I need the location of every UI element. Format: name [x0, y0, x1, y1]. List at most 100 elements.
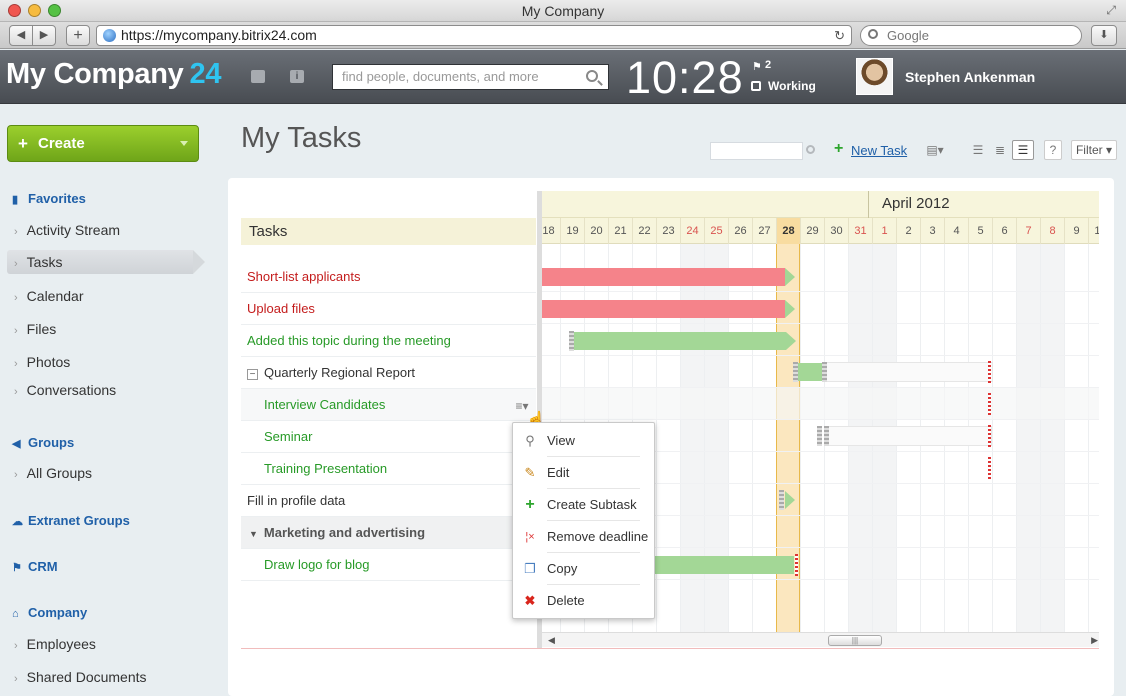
user-name[interactable]: Stephen Ankenman — [905, 69, 1035, 85]
menu-item-view[interactable]: ⚲ View — [513, 425, 656, 457]
sidebar-item-conversations[interactable]: Conversations — [14, 382, 117, 398]
forward-button[interactable]: ▶ — [32, 25, 56, 46]
task-title[interactable]: Fill in profile data — [247, 493, 345, 508]
sidebar-section-crm[interactable]: ⚑ CRM — [12, 559, 58, 574]
menu-item-remove-deadline[interactable]: ¦× Remove deadline — [513, 521, 656, 553]
sidebar-item-files[interactable]: Files — [14, 321, 57, 337]
clock[interactable]: 10:28 — [626, 52, 744, 104]
task-row[interactable]: Short-list applicants — [241, 261, 536, 293]
menu-item-create-subtask[interactable]: + Create Subtask — [513, 489, 656, 521]
task-title[interactable]: Seminar — [264, 429, 312, 444]
gantt-bar[interactable] — [798, 363, 822, 381]
new-tab-button[interactable]: + — [66, 25, 90, 46]
sidebar-section-favorites[interactable]: ▮ Favorites — [12, 191, 86, 206]
deadline-marker — [988, 361, 991, 383]
task-row[interactable]: Fill in profile data — [241, 485, 536, 517]
bar-drag-handle[interactable] — [824, 426, 829, 446]
sidebar-item-photos[interactable]: Photos — [14, 354, 71, 370]
task-row[interactable]: Draw logo for blog — [241, 549, 536, 581]
downloads-button[interactable]: ⬇ — [1091, 25, 1117, 46]
address-bar[interactable]: https://mycompany.bitrix24.com ↻ — [96, 25, 852, 46]
global-search-input[interactable]: find people, documents, and more — [332, 64, 609, 90]
sidebar-item-activity-stream[interactable]: Activity Stream — [14, 222, 120, 238]
gantt-settings-button[interactable]: ▤▾ — [922, 140, 948, 160]
task-title[interactable]: Training Presentation — [264, 461, 387, 476]
browser-toolbar: ◀ ▶ + https://mycompany.bitrix24.com ↻ G… — [0, 22, 1126, 49]
status-icon — [751, 81, 761, 91]
sidebar-item-calendar[interactable]: Calendar — [14, 288, 84, 304]
work-status[interactable]: Working — [768, 79, 816, 93]
sidebar-item-employees[interactable]: Employees — [14, 636, 96, 652]
gantt-day-label: 26 — [728, 218, 752, 244]
sidebar-section-groups[interactable]: ◀ Groups — [12, 435, 74, 450]
gantt-day-label: 8 — [1040, 218, 1064, 244]
fullscreen-icon[interactable]: ⤢ — [1106, 3, 1116, 18]
section-label: Extranet Groups — [28, 513, 130, 528]
task-row[interactable]: Added this topic during the meeting — [241, 325, 536, 357]
chevron-down-icon[interactable] — [180, 141, 188, 146]
task-row[interactable]: Seminar — [241, 421, 536, 453]
menu-item-edit[interactable]: ✎ Edit — [513, 457, 656, 489]
gantt-day-label: 18 — [542, 218, 560, 244]
new-task-link[interactable]: New Task — [851, 143, 907, 158]
reload-icon[interactable]: ↻ — [834, 26, 845, 45]
help-button[interactable]: ? — [1044, 140, 1062, 160]
globe-icon — [103, 29, 116, 42]
info-icon[interactable]: i — [290, 70, 304, 83]
task-row[interactable]: Interview Candidates — [241, 389, 536, 421]
view-detailed-button[interactable]: ≣ — [990, 140, 1010, 160]
menu-item-copy[interactable]: ❐ Copy — [513, 553, 656, 585]
chat-icon[interactable] — [251, 70, 265, 83]
sidebar-item-tasks[interactable]: Tasks — [7, 250, 205, 274]
download-icon: ⬇ — [1099, 29, 1109, 41]
gantt-day-label: 9 — [1064, 218, 1088, 244]
task-title[interactable]: Interview Candidates — [264, 397, 385, 412]
view-gantt-button[interactable]: ☰ — [1012, 140, 1034, 160]
task-row[interactable]: Upload files — [241, 293, 536, 325]
task-search-input[interactable] — [710, 142, 803, 160]
bar-arrow-icon — [785, 491, 795, 509]
avatar[interactable] — [856, 58, 893, 95]
company-logo[interactable]: My Company 24 — [6, 58, 221, 91]
scroll-right-icon[interactable]: ▶ — [1091, 633, 1098, 648]
task-group-row[interactable]: ▼ Marketing and advertising — [241, 517, 536, 549]
gantt-day-label: 6 — [992, 218, 1016, 244]
create-button[interactable]: + Create — [7, 125, 199, 162]
sidebar-section-extranet[interactable]: ☁ Extranet Groups — [12, 513, 130, 528]
filter-button[interactable]: Filter ▾ — [1071, 140, 1117, 160]
task-row[interactable]: Training Presentation — [241, 453, 536, 485]
task-title[interactable]: Added this topic during the meeting — [247, 333, 451, 348]
menu-item-label: Copy — [547, 561, 578, 576]
expand-triangle-icon[interactable]: ▼ — [249, 529, 258, 539]
scrollbar-thumb[interactable]: ||| — [828, 635, 882, 646]
task-title[interactable]: Draw logo for blog — [264, 557, 370, 572]
gantt-day-label: 1 — [872, 218, 896, 244]
menu-item-delete[interactable]: ✖ Delete — [513, 585, 656, 617]
collapse-toggle-icon[interactable]: − — [247, 369, 258, 380]
plus-icon[interactable]: + — [834, 140, 843, 158]
gantt-bar-overdue[interactable] — [542, 268, 785, 286]
search-icon[interactable] — [806, 145, 815, 154]
bar-drag-handle[interactable] — [817, 426, 822, 446]
view-list-button[interactable]: ☰ — [968, 140, 988, 160]
flag-icon[interactable]: ⚑ — [752, 60, 762, 73]
sidebar-item-all-groups[interactable]: All Groups — [14, 465, 92, 481]
sidebar-item-shared-documents[interactable]: Shared Documents — [14, 669, 147, 685]
url-text: https://mycompany.bitrix24.com — [121, 27, 317, 43]
search-icon[interactable] — [586, 70, 598, 82]
task-title[interactable]: Upload files — [247, 301, 315, 316]
gantt-bar[interactable] — [574, 332, 786, 350]
gantt-bar[interactable] — [654, 556, 794, 574]
browser-search-field[interactable]: Google — [860, 25, 1082, 46]
gantt-horizontal-scrollbar[interactable]: ◀ ||| ▶ — [542, 632, 1099, 647]
sidebar-section-company[interactable]: ⌂ Company — [12, 605, 87, 620]
task-title[interactable]: Quarterly Regional Report — [264, 365, 415, 380]
bar-drag-handle[interactable] — [822, 362, 827, 382]
bar-drag-handle[interactable] — [779, 490, 784, 510]
task-title[interactable]: Short-list applicants — [247, 269, 360, 284]
logo-number: 24 — [189, 58, 222, 90]
scroll-left-icon[interactable]: ◀ — [548, 633, 555, 648]
back-button[interactable]: ◀ — [9, 25, 33, 46]
gantt-bar-overdue[interactable] — [542, 300, 785, 318]
task-row[interactable]: − Quarterly Regional Report — [241, 357, 536, 389]
